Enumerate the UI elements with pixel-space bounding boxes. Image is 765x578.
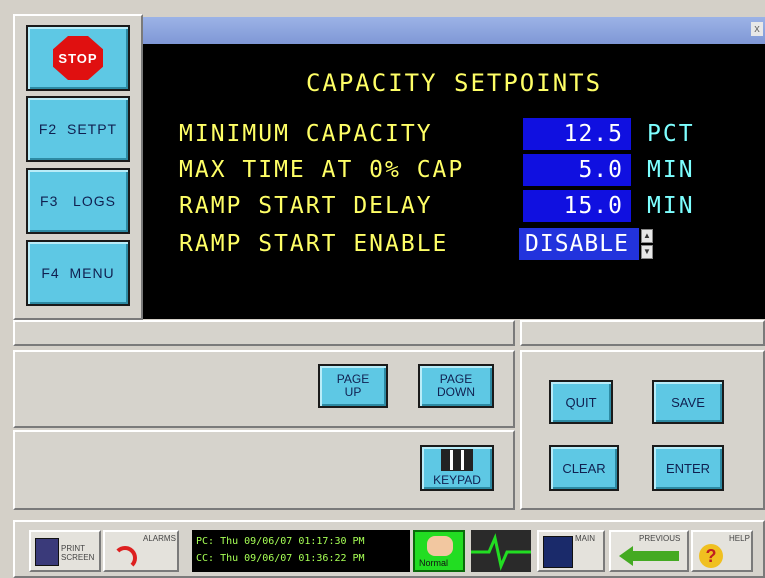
arrow-left-icon-body xyxy=(633,551,679,561)
heartbeat-indicator xyxy=(471,530,531,572)
f4-menu-button[interactable]: F4 MENU xyxy=(26,240,130,306)
ramp-start-enable-spinner[interactable]: ▲ ▼ xyxy=(641,229,653,259)
previous-button[interactable]: PREVIOUS xyxy=(609,530,689,572)
page-down-button[interactable]: PAGE DOWN xyxy=(418,364,494,408)
f2-setpt-label: F2 SETPT xyxy=(38,121,118,137)
heartbeat-icon xyxy=(471,533,531,571)
close-icon[interactable]: x xyxy=(751,22,763,36)
arrow-left-icon xyxy=(619,546,633,566)
status-normal: Normal xyxy=(413,530,465,572)
alarms-label: ALARMS xyxy=(143,534,176,543)
printer-icon xyxy=(35,538,59,566)
dialog-title-bar: x xyxy=(143,17,765,44)
ramp-start-delay-value[interactable]: 15.0 xyxy=(523,190,631,222)
f2-setpt-button[interactable]: F2 SETPT xyxy=(26,96,130,162)
print-screen-button[interactable]: PRINT SCREEN xyxy=(29,530,101,572)
max-time-value[interactable]: 5.0 xyxy=(523,154,631,186)
minimum-capacity-unit: PCT xyxy=(647,121,695,147)
stop-label: STOP xyxy=(58,50,98,66)
page-up-button[interactable]: PAGE UP xyxy=(318,364,388,408)
keypad-button[interactable]: KEYPAD xyxy=(420,445,494,491)
alarms-button[interactable]: ALARMS xyxy=(103,530,179,572)
help-button[interactable]: ? HELP xyxy=(691,530,753,572)
pc-time: PC: Thu 09/06/07 01:17:30 PM xyxy=(196,536,365,547)
hmi-window: STOP F2 SETPT F3 LOGS F4 MENU x CAPACITY… xyxy=(0,0,765,578)
row-label-ramp-start-enable: RAMP START ENABLE xyxy=(179,231,449,257)
spinner-up-icon[interactable]: ▲ xyxy=(641,229,653,243)
taskbar: PRINT SCREEN ALARMS PC: Thu 09/06/07 01:… xyxy=(13,520,765,578)
print-screen-label: PRINT SCREEN xyxy=(61,544,95,562)
save-button[interactable]: SAVE xyxy=(652,380,724,424)
row-label-max-time: MAX TIME AT 0% CAP xyxy=(179,157,465,183)
capacity-setpoints-dialog: x CAPACITY SETPOINTS MINIMUM CAPACITY 12… xyxy=(143,17,765,319)
cc-time: CC: Thu 09/06/07 01:36:22 PM xyxy=(196,553,365,564)
thumbs-up-icon xyxy=(427,536,453,556)
strip-left xyxy=(13,320,515,346)
previous-label: PREVIOUS xyxy=(639,534,681,543)
stop-button[interactable]: STOP xyxy=(26,25,130,91)
stop-sign-icon: STOP xyxy=(53,36,103,80)
ramp-start-enable-select[interactable]: DISABLE xyxy=(519,228,639,260)
strip-right xyxy=(520,320,765,346)
keypad-icon xyxy=(441,449,473,471)
main-screen-icon xyxy=(543,536,573,568)
main-label: MAIN xyxy=(575,534,595,543)
max-time-unit: MIN xyxy=(647,157,695,183)
spinner-down-icon[interactable]: ▼ xyxy=(641,245,653,259)
ramp-start-delay-unit: MIN xyxy=(647,193,695,219)
row-label-minimum-capacity: MINIMUM CAPACITY xyxy=(179,121,433,147)
clock-display: PC: Thu 09/06/07 01:17:30 PM CC: Thu 09/… xyxy=(192,530,410,572)
f3-logs-label: F3 LOGS xyxy=(40,193,116,209)
status-label: Normal xyxy=(419,558,449,568)
dialog-heading: CAPACITY SETPOINTS xyxy=(305,69,603,97)
quit-button[interactable]: QUIT xyxy=(549,380,613,424)
help-label: HELP xyxy=(729,534,750,543)
main-button[interactable]: MAIN xyxy=(537,530,605,572)
help-icon: ? xyxy=(699,544,723,568)
enter-button[interactable]: ENTER xyxy=(652,445,724,491)
f3-logs-button[interactable]: F3 LOGS xyxy=(26,168,130,234)
alarm-signal-icon xyxy=(113,546,137,570)
f4-menu-label: F4 MENU xyxy=(41,265,115,281)
minimum-capacity-value[interactable]: 12.5 xyxy=(523,118,631,150)
clear-button[interactable]: CLEAR xyxy=(549,445,619,491)
keypad-label: KEYPAD xyxy=(433,473,481,487)
row-label-ramp-start-delay: RAMP START DELAY xyxy=(179,193,433,219)
